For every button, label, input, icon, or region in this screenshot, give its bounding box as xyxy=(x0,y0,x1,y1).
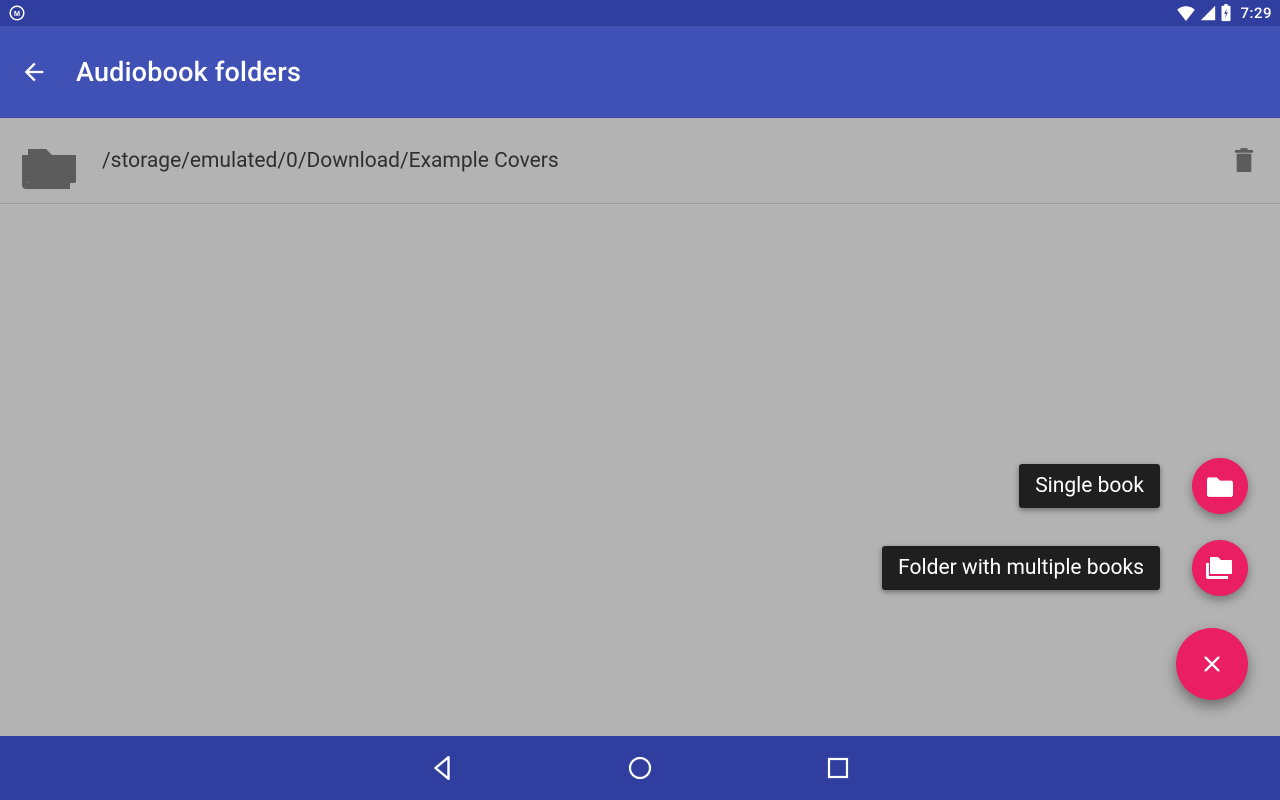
back-button[interactable] xyxy=(20,58,48,86)
fab-single-book[interactable] xyxy=(1192,458,1248,514)
status-clock: 7:29 xyxy=(1240,4,1272,22)
nav-home-button[interactable] xyxy=(625,753,655,783)
status-bar: M 7:29 xyxy=(0,0,1280,26)
content-area: /storage/emulated/0/Download/Example Cov… xyxy=(0,118,1280,736)
fab-multiple-books[interactable] xyxy=(1192,540,1248,596)
folder-row[interactable]: /storage/emulated/0/Download/Example Cov… xyxy=(0,118,1280,204)
folders-stack-icon xyxy=(22,135,82,187)
battery-charging-icon xyxy=(1220,4,1232,22)
close-icon xyxy=(1201,653,1223,675)
cell-signal-icon xyxy=(1200,5,1216,21)
wifi-icon xyxy=(1176,5,1196,21)
app-bar: Audiobook folders xyxy=(0,26,1280,118)
folders-stack-icon xyxy=(1205,555,1235,581)
fab-speed-dial: Single book Folder with multiple books xyxy=(882,458,1248,700)
fab-label-single-book: Single book xyxy=(1019,464,1160,508)
delete-folder-button[interactable] xyxy=(1230,147,1258,175)
nav-back-button[interactable] xyxy=(427,753,457,783)
folder-icon xyxy=(1207,475,1233,497)
fab-label-multiple-books: Folder with multiple books xyxy=(882,546,1160,590)
nav-recents-button[interactable] xyxy=(823,753,853,783)
folder-path: /storage/emulated/0/Download/Example Cov… xyxy=(102,149,1210,173)
page-title: Audiobook folders xyxy=(76,56,301,88)
navigation-bar xyxy=(0,736,1280,800)
svg-text:M: M xyxy=(14,9,20,18)
fab-close[interactable] xyxy=(1176,628,1248,700)
app-notification-icon: M xyxy=(8,4,26,22)
